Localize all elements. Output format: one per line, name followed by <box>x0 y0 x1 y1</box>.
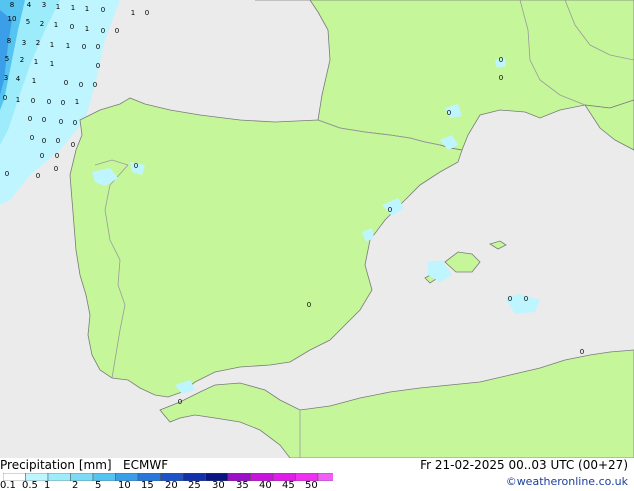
legend-title: Precipitation [mm] ECMWF <box>0 458 168 472</box>
precip-value: 1 <box>16 96 20 104</box>
precip-value: 0 <box>64 79 68 87</box>
legend-swatch <box>317 473 333 481</box>
precip-value: 2 <box>40 20 44 28</box>
legend-title-text: Precipitation [mm] <box>0 458 112 472</box>
precip-value: 0 <box>28 115 32 123</box>
precip-value: 5 <box>26 18 30 26</box>
precip-value: 1 <box>131 9 135 17</box>
legend-label: 0.5 <box>22 480 38 491</box>
precip-value: 1 <box>85 5 89 13</box>
precip-value: 0 <box>134 162 138 170</box>
precip-value: 0 <box>56 137 60 145</box>
precip-value: 0 <box>93 81 97 89</box>
legend-label: 45 <box>282 480 295 491</box>
precip-value: 0 <box>3 94 7 102</box>
precip-value: 4 <box>27 1 32 9</box>
precip-value: 0 <box>145 9 149 17</box>
forecast-datetime: Fr 21-02-2025 00..03 UTC (00+27) <box>420 458 628 472</box>
precip-value: 0 <box>508 295 512 303</box>
precip-value: 0 <box>61 99 65 107</box>
precip-value: 1 <box>85 25 89 33</box>
legend-swatch <box>47 473 71 481</box>
precip-value: 0 <box>79 81 83 89</box>
precip-value: 0 <box>101 27 105 35</box>
legend-label: 5 <box>95 480 102 491</box>
legend-label: 20 <box>165 480 178 491</box>
site-credit[interactable]: ©weatheronline.co.uk <box>506 475 628 489</box>
precip-value: 2 <box>20 56 24 64</box>
precip-value: 0 <box>40 152 44 160</box>
precipitation-map: 8 4 3 1 1 1 0 1 010 5 2 1 0 1 0 08 3 2 1 1 0 05 2 1 1 03 4 1 0 0 00 1 0 0… <box>0 0 634 458</box>
precip-value: 5 <box>5 55 9 63</box>
precip-value: 1 <box>71 4 75 12</box>
precip-value: 3 <box>22 39 26 47</box>
precip-value: 0 <box>54 165 58 173</box>
precip-value: 1 <box>54 21 58 29</box>
precip-value: 8 <box>10 1 14 9</box>
precip-value: 0 <box>30 134 34 142</box>
precip-value: 0 <box>55 152 59 160</box>
precip-value: 2 <box>36 39 40 47</box>
precip-value: 1 <box>66 42 70 50</box>
precip-value: 0 <box>388 206 392 214</box>
precip-value: 0 <box>47 98 51 106</box>
legend-label: 0.1 <box>0 480 16 491</box>
precip-value: 0 <box>5 170 9 178</box>
precip-value: 1 <box>56 3 60 11</box>
legend-label: 2 <box>72 480 79 491</box>
precip-value: 0 <box>42 116 46 124</box>
precip-value: 1 <box>34 58 38 66</box>
precip-value: 1 <box>32 77 36 85</box>
precip-value: 0 <box>36 172 40 180</box>
precip-value: 0 <box>115 27 119 35</box>
precip-value: 0 <box>499 74 503 82</box>
precip-value: 0 <box>73 119 77 127</box>
legend-label: 15 <box>141 480 154 491</box>
precip-value: 1 <box>50 41 54 49</box>
precip-value: 0 <box>524 295 528 303</box>
precip-value: 0 <box>499 56 503 64</box>
legend-label: 35 <box>236 480 249 491</box>
legend-label: 10 <box>118 480 131 491</box>
precip-value: 3 <box>42 1 46 9</box>
legend-label: 40 <box>259 480 272 491</box>
precip-value: 0 <box>96 43 100 51</box>
precip-value: 4 <box>16 75 21 83</box>
precip-value: 0 <box>101 6 105 14</box>
model-name: ECMWF <box>123 458 169 472</box>
precip-value: 8 <box>7 37 11 45</box>
precip-value: 3 <box>4 74 8 82</box>
precip-value: 0 <box>71 141 75 149</box>
legend-label: 30 <box>212 480 225 491</box>
precip-value: 0 <box>31 97 35 105</box>
precip-value: 1 <box>75 98 79 106</box>
precip-value: 1 <box>50 60 54 68</box>
legend-label: 25 <box>188 480 201 491</box>
precip-value: 0 <box>96 62 100 70</box>
legend-label: 50 <box>305 480 318 491</box>
precip-value: 10 <box>8 15 17 23</box>
precip-value: 0 <box>70 23 74 31</box>
precip-value: 0 <box>580 348 584 356</box>
precip-value: 0 <box>82 43 86 51</box>
precip-value: 0 <box>42 137 46 145</box>
legend-label: 1 <box>44 480 51 491</box>
precip-value: 0 <box>59 118 63 126</box>
legend-footer: Precipitation [mm] ECMWF Fr 21-02-2025 0… <box>0 458 634 491</box>
precip-value: 0 <box>307 301 311 309</box>
precip-value: 0 <box>178 398 182 406</box>
precip-value: 0 <box>447 109 451 117</box>
